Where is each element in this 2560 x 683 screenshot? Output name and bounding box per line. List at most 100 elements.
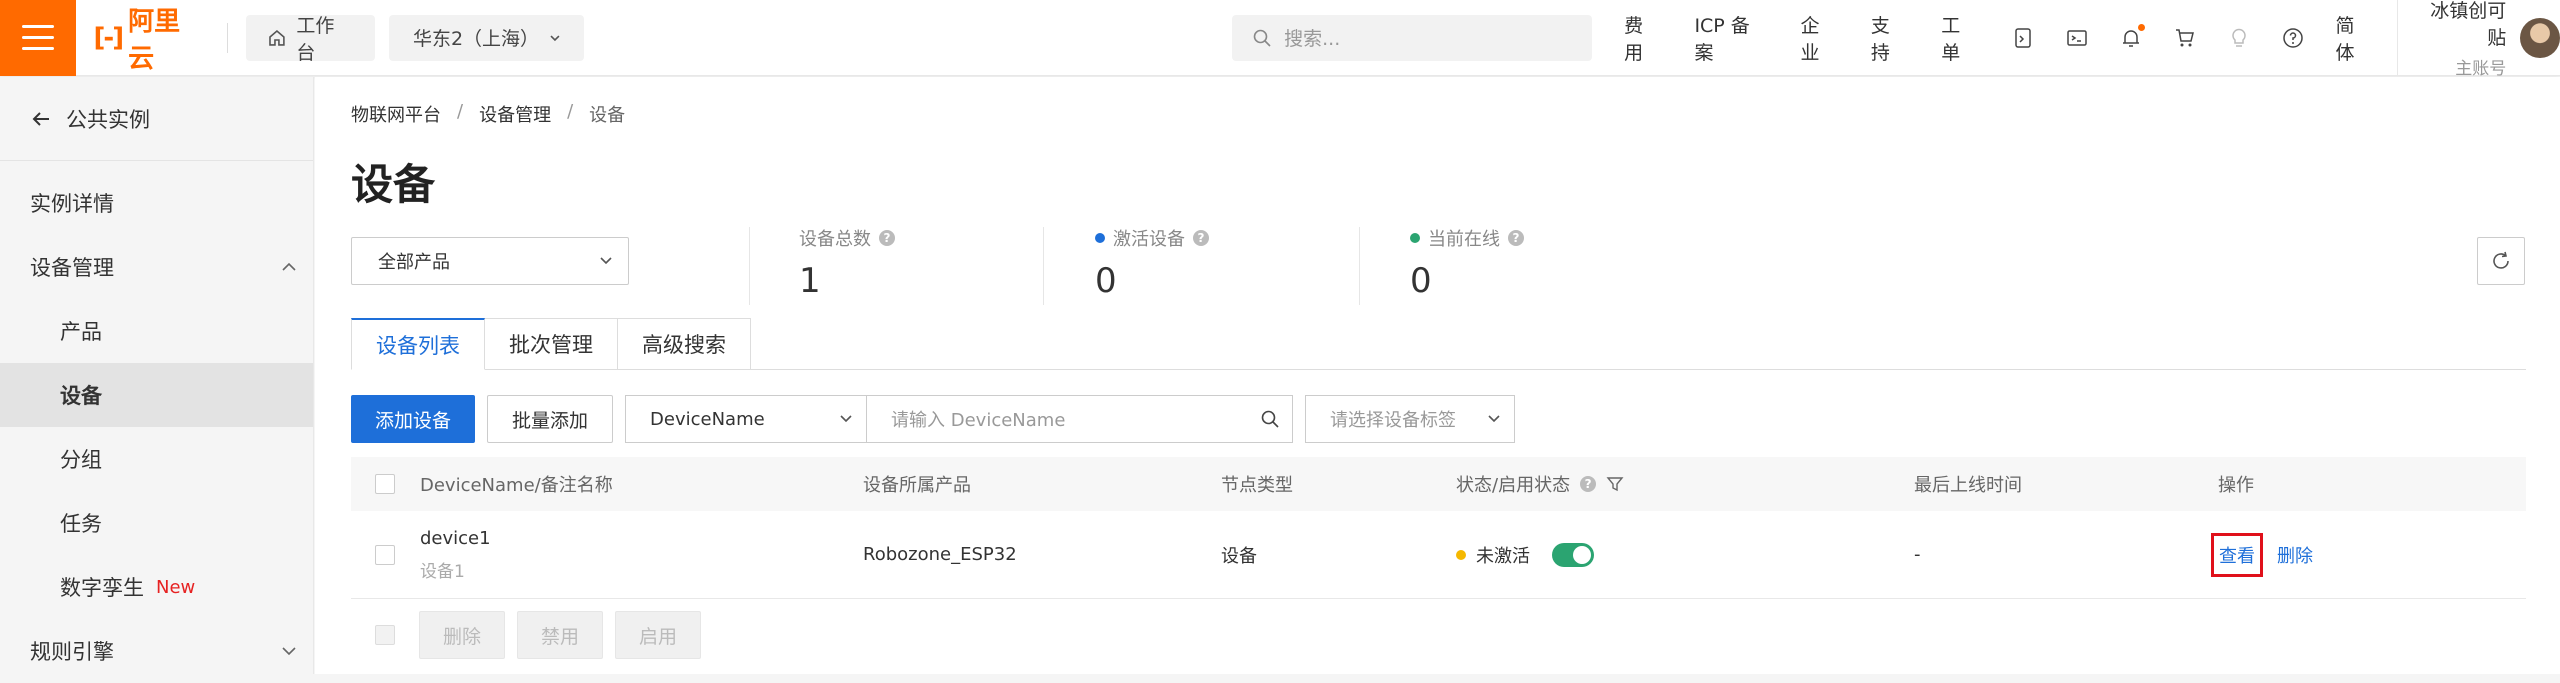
column-header-product: 设备所属产品 [863, 475, 971, 496]
main-content: 物联网平台 / 设备管理 / 设备 设备 全部产品 设备总数 ? 1 激活设备 … [315, 77, 2560, 674]
link-billing[interactable]: 费用 [1624, 11, 1661, 65]
help-icon[interactable]: ? [1193, 230, 1209, 246]
bulk-disable-button[interactable]: 禁用 [517, 611, 603, 659]
stat-label-text: 激活设备 [1113, 229, 1185, 250]
account-info: 冰镇创可贴 主账号 [2412, 0, 2506, 79]
bulk-enable-button[interactable]: 启用 [615, 611, 701, 659]
bulk-delete-button[interactable]: 删除 [419, 611, 505, 659]
bulk-action-bar: 删除 禁用 启用 [351, 611, 701, 659]
chevron-up-icon [282, 262, 296, 271]
aliyun-logo-icon: [-] [93, 22, 125, 53]
toolbar: 添加设备 批量添加 DeviceName 请输入 DeviceName 请选择设… [351, 395, 1516, 443]
divider [749, 227, 750, 305]
aliyun-logo[interactable]: [-] 阿里云 [94, 1, 206, 75]
sidebar-item-device-management[interactable]: 设备管理 [0, 235, 313, 299]
stat-value: 0 [1410, 261, 1432, 301]
delete-button[interactable]: 删除 [2277, 542, 2313, 568]
search-placeholder: 搜索... [1284, 28, 1341, 50]
help-icon[interactable]: ? [1580, 476, 1597, 492]
sidebar-item-device[interactable]: 设备 [0, 363, 313, 427]
link-icp[interactable]: ICP 备案 [1694, 11, 1767, 65]
column-header-device-name: DeviceName/备注名称 [420, 475, 613, 496]
device-name-search-input[interactable]: 请输入 DeviceName [867, 395, 1294, 443]
cloud-shell-icon[interactable] [2012, 27, 2034, 49]
chevron-down-icon [600, 257, 612, 265]
menu-line-icon [21, 25, 54, 28]
top-links: 费用 ICP 备案 企业 支持 工单 简体 [1624, 11, 2397, 65]
select-all-checkbox[interactable] [375, 474, 395, 494]
breadcrumb-separator: / [457, 101, 464, 122]
region-label: 华东2（上海） [412, 28, 540, 50]
stat-label: 当前在线 ? [1410, 225, 1524, 251]
breadcrumb-iot-platform[interactable]: 物联网平台 [351, 101, 441, 127]
stat-label-text: 设备总数 [799, 229, 871, 250]
global-search-input[interactable]: 搜索... [1232, 14, 1593, 61]
chevron-down-icon [282, 647, 296, 656]
last-online-cell: - [1914, 544, 1921, 565]
new-badge: New [156, 576, 196, 598]
device-tag-select[interactable]: 请选择设备标签 [1305, 395, 1516, 443]
device-name-cell: device1 设备1 [420, 528, 491, 582]
product-filter-select[interactable]: 全部产品 [351, 237, 629, 285]
column-header-last-online: 最后上线时间 [1914, 475, 2022, 496]
sidebar-item-instance-detail[interactable]: 实例详情 [0, 171, 313, 235]
sidebar-item-product[interactable]: 产品 [0, 299, 313, 363]
account-menu[interactable]: 冰镇创可贴 主账号 [2396, 0, 2560, 79]
top-navigation-bar: [-] 阿里云 工作台 华东2（上海） 搜索... 费用 ICP 备案 企业 支… [0, 0, 2560, 79]
tab-device-list[interactable]: 设备列表 [351, 318, 485, 370]
search-field-select[interactable]: DeviceName [625, 395, 868, 443]
link-ticket[interactable]: 工单 [1941, 11, 1978, 65]
status-dot-icon [1410, 233, 1420, 243]
divider [227, 22, 229, 53]
hamburger-menu-button[interactable] [0, 0, 76, 76]
refresh-icon [2493, 251, 2509, 269]
batch-add-button[interactable]: 批量添加 [487, 395, 614, 443]
filter-icon[interactable] [1606, 475, 1624, 493]
stat-total-devices: 设备总数 ? 1 [799, 225, 895, 301]
add-device-button[interactable]: 添加设备 [351, 395, 476, 443]
breadcrumb-separator: / [567, 101, 574, 122]
cart-icon[interactable] [2174, 27, 2196, 49]
avatar[interactable] [2520, 17, 2560, 58]
bulk-select-checkbox[interactable] [375, 625, 395, 645]
page-title: 设备 [351, 160, 436, 209]
help-icon[interactable]: ? [1508, 230, 1524, 246]
status-cell: 未激活 [1456, 542, 1594, 568]
breadcrumb-device-management[interactable]: 设备管理 [479, 101, 551, 127]
status-text: 未激活 [1476, 545, 1530, 567]
link-enterprise[interactable]: 企业 [1801, 11, 1838, 65]
language-switch[interactable]: 简体 [2336, 11, 2373, 65]
status-dot-icon [1095, 233, 1105, 243]
region-selector[interactable]: 华东2（上海） [388, 14, 585, 61]
status-dot-icon [1456, 549, 1466, 560]
sidebar-item-digital-twin[interactable]: 数字孪生 New [0, 555, 313, 619]
refresh-button[interactable] [2477, 237, 2525, 285]
workbench-button[interactable]: 工作台 [246, 14, 375, 64]
sidebar-item-label: 规则引擎 [30, 640, 114, 664]
breadcrumb-current: 设备 [589, 105, 626, 126]
terminal-icon[interactable] [2066, 27, 2088, 49]
search-icon[interactable] [1260, 409, 1280, 429]
sidebar-item-group[interactable]: 分组 [0, 427, 313, 491]
back-to-instance-link[interactable]: 公共实例 [0, 77, 313, 161]
lightbulb-icon[interactable] [2228, 27, 2250, 49]
enable-toggle[interactable] [1552, 542, 1594, 567]
help-icon[interactable] [2282, 27, 2304, 49]
help-icon[interactable]: ? [879, 230, 895, 246]
sidebar-item-task[interactable]: 任务 [0, 491, 313, 555]
product-filter-value: 全部产品 [378, 252, 450, 273]
view-button[interactable]: 查看 [2211, 532, 2263, 577]
link-support[interactable]: 支持 [1871, 11, 1908, 65]
sidebar-item-label: 实例详情 [30, 192, 114, 216]
back-label: 公共实例 [66, 107, 150, 132]
sidebar-item-rule-engine[interactable]: 规则引擎 [0, 619, 313, 683]
tab-batch-management[interactable]: 批次管理 [485, 318, 618, 370]
tab-advanced-search[interactable]: 高级搜索 [618, 318, 751, 370]
row-checkbox[interactable] [375, 544, 395, 565]
node-type-cell: 设备 [1221, 545, 1257, 567]
notification-bell-icon[interactable] [2120, 23, 2145, 49]
stat-label: 设备总数 ? [799, 225, 895, 251]
home-icon [269, 29, 286, 46]
stat-activated-devices: 激活设备 ? 0 [1095, 225, 1209, 301]
search-icon [1253, 29, 1271, 47]
